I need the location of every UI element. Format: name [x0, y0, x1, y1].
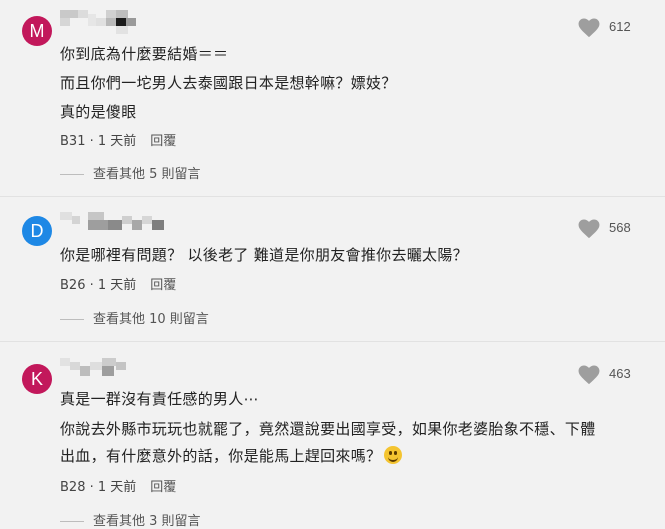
- like-count: 568: [609, 220, 631, 235]
- heart-icon[interactable]: [578, 365, 600, 385]
- timestamp: 1 天前: [97, 480, 137, 495]
- avatar[interactable]: D: [22, 216, 52, 246]
- comment-text-line: 真的是傻眼: [60, 103, 137, 121]
- avatar[interactable]: M: [22, 16, 52, 46]
- avatar[interactable]: K: [22, 364, 52, 394]
- comment-item: M 612 你到底為什麼要結婚＝＝ 而且你們一坨男人去泰國跟日本是想幹嘛？嫖妓？…: [0, 0, 665, 190]
- divider-dash: [60, 174, 84, 175]
- floor-number: B31: [60, 134, 86, 149]
- reply-button[interactable]: 回覆: [150, 278, 176, 293]
- like-control[interactable]: 463: [545, 363, 665, 387]
- comment-text-line: 出血，有什麼意外的話，你是能馬上趕回來嗎？: [60, 445, 403, 466]
- comment-text-line: 你是哪裡有問題？ 以後老了 難道是你朋友會推你去曬太陽？: [60, 246, 468, 264]
- comment-divider: [0, 341, 665, 342]
- view-more-replies[interactable]: 查看其他 3 則留言: [60, 510, 201, 529]
- timestamp: 1 天前: [97, 278, 137, 293]
- like-count: 612: [609, 19, 631, 34]
- like-control[interactable]: 612: [545, 16, 665, 40]
- like-control[interactable]: 568: [545, 217, 665, 241]
- comment-meta: B31 · 1 天前 回覆: [60, 134, 177, 149]
- divider-dash: [60, 521, 84, 522]
- comment-item: K 463 真是一群沒有責任感的男人⋯ 你說去外縣市玩玩也就罷了，竟然還說要出國…: [0, 346, 665, 529]
- divider-dash: [60, 319, 84, 320]
- comment-meta: B28 · 1 天前 回覆: [60, 480, 177, 495]
- comment-item: D 568 你是哪裡有問題？ 以後老了 難道是你朋友會推你去曬太陽？ B26 ·…: [0, 200, 665, 335]
- username-redacted: [60, 10, 180, 34]
- reply-button[interactable]: 回覆: [150, 134, 176, 149]
- view-more-replies[interactable]: 查看其他 5 則留言: [60, 163, 201, 182]
- comment-text-line: 而且你們一坨男人去泰國跟日本是想幹嘛？嫖妓？: [60, 74, 397, 92]
- view-more-replies[interactable]: 查看其他 10 則留言: [60, 308, 209, 327]
- grinning-face-icon: [384, 446, 403, 464]
- heart-icon[interactable]: [578, 18, 600, 38]
- reply-button[interactable]: 回覆: [150, 480, 176, 495]
- comment-meta: B26 · 1 天前 回覆: [60, 278, 177, 293]
- view-more-label[interactable]: 查看其他 3 則留言: [93, 514, 201, 529]
- username-redacted: [60, 212, 180, 236]
- like-count: 463: [609, 366, 631, 381]
- comment-text-line: 你到底為什麼要結婚＝＝: [60, 45, 229, 63]
- floor-number: B26: [60, 278, 86, 293]
- view-more-label[interactable]: 查看其他 5 則留言: [93, 167, 201, 182]
- username-redacted: [60, 358, 180, 382]
- comment-divider: [0, 196, 665, 197]
- view-more-label[interactable]: 查看其他 10 則留言: [93, 312, 209, 327]
- comment-text-line-content: 出血，有什麼意外的話，你是能馬上趕回來嗎？: [60, 447, 382, 465]
- timestamp: 1 天前: [97, 134, 137, 149]
- comment-text-line: 真是一群沒有責任感的男人⋯: [60, 390, 259, 408]
- heart-icon[interactable]: [578, 219, 600, 239]
- floor-number: B28: [60, 480, 86, 495]
- comment-text-line: 你說去外縣市玩玩也就罷了，竟然還說要出國享受，如果你老婆胎象不穩、下體: [60, 420, 596, 438]
